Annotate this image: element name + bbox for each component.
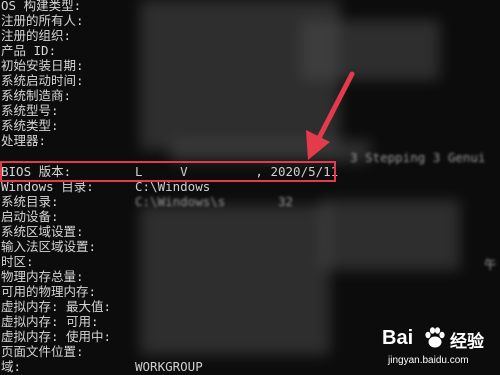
line-label: 可用的物理内存: xyxy=(1,284,97,299)
terminal-line: 系统目录: xyxy=(0,194,500,210)
terminal-line: 可用的物理内存: xyxy=(0,284,500,300)
line-label: 注册的组织: xyxy=(1,28,72,43)
paw-icon xyxy=(425,327,445,348)
terminal-line: 系统制造商: xyxy=(0,88,500,104)
watermark-cn-text: 经验 xyxy=(450,332,484,352)
line-label: 初始安装日期: xyxy=(1,58,84,73)
line-label: 系统区域设置: xyxy=(1,224,84,239)
line-label: 处理器: xyxy=(1,133,47,148)
line-label: 产品 ID: xyxy=(1,43,57,58)
line-label: 时区: xyxy=(1,254,34,269)
terminal-line: 启动设备: xyxy=(0,209,500,225)
line-label: OS 构建类型: xyxy=(1,0,82,13)
line-label: 注册的所有人: xyxy=(1,13,84,28)
line-label: 系统类型: xyxy=(1,118,59,133)
bios-highlight-box xyxy=(0,161,336,182)
terminal-line: 系统型号: xyxy=(0,103,500,119)
terminal-line: 处理器: xyxy=(0,133,500,149)
line-value: WORKGROUP xyxy=(135,359,203,374)
line-label: 虚拟内存: 最大值: xyxy=(1,299,112,314)
line-label: 系统目录: xyxy=(1,194,59,209)
terminal-line: 虚拟内存: 最大值: xyxy=(0,299,500,315)
terminal-line: 产品 ID: xyxy=(0,43,500,59)
processor-tail-text: 3 Stepping 3 Genui xyxy=(350,150,486,165)
line-label: 虚拟内存: 使用中: xyxy=(1,329,112,344)
line-label: 系统型号: xyxy=(1,103,59,118)
terminal-line: 系统类型: xyxy=(0,118,500,134)
line-label: 域: xyxy=(1,359,22,374)
terminal-line: OS 构建类型: xyxy=(0,0,500,14)
terminal-line: 注册的所有人: xyxy=(0,13,500,29)
terminal-line: 输入法区域设置: xyxy=(0,239,500,255)
line-label: 虚拟内存: 可用: xyxy=(1,314,99,329)
line-label: 系统启动时间: xyxy=(1,73,84,88)
watermark-url: jingyan.baidu.com xyxy=(388,355,469,366)
terminal-line: 时区: xyxy=(0,254,500,270)
terminal-line: 注册的组织: xyxy=(0,28,500,44)
line-label: 物理内存总量: xyxy=(1,269,84,284)
watermark-logo-text: Bai xyxy=(382,327,414,349)
terminal-line: 初始安装日期: xyxy=(0,58,500,74)
terminal-line: 系统区域设置: xyxy=(0,224,500,240)
cmd-window: 3 Stepping 3 Genui C:\Windows\s 32 午 OS … xyxy=(0,0,500,375)
baidu-jingyan-watermark: Bai 经验 jingyan.baidu.com xyxy=(382,325,494,373)
line-label: 系统制造商: xyxy=(1,88,72,103)
line-label: 启动设备: xyxy=(1,209,59,224)
terminal-line: 物理内存总量: xyxy=(0,269,500,285)
line-label: 页面文件位置: xyxy=(1,344,84,359)
terminal-line: 系统启动时间: xyxy=(0,73,500,89)
line-label: 输入法区域设置: xyxy=(1,239,97,254)
